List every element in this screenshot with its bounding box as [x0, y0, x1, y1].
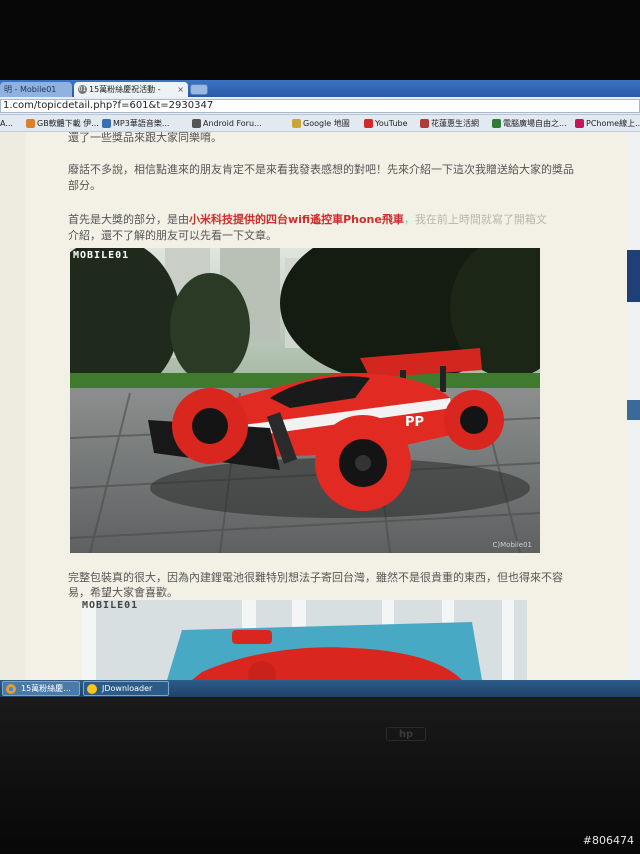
bookmark-label: PChome線上...: [586, 119, 640, 128]
bookmark-item[interactable]: 花蓮惠生活網: [420, 115, 479, 132]
left-gutter: [0, 132, 26, 680]
mobile01-favicon-icon: 01: [78, 85, 87, 94]
product-link[interactable]: 小米科技提供的四台wifi遙控車Phone飛車: [189, 213, 404, 226]
bookmark-item[interactable]: GB軟體下載 伊...: [26, 115, 99, 132]
article-text: 還了一些獎品來跟大家同樂唷。: [68, 132, 222, 144]
bookmark-label: A...: [0, 119, 13, 128]
article-text: 廢話不多說，相信點進來的朋友肯定不是來看我發表感想的對吧！先來介紹一下這次我贈送…: [68, 163, 574, 176]
url-field[interactable]: 1.com/topicdetail.php?f=601&t=2930347: [0, 99, 640, 113]
site-icon: [420, 119, 429, 128]
tab-label: 15萬粉絲慶祝活動 -: [89, 85, 161, 94]
tab-label: 明 - Mobile01: [4, 85, 57, 94]
car-decal-text: PP: [405, 415, 424, 430]
package-image: [82, 600, 527, 680]
sidebar-ad[interactable]: [627, 400, 640, 420]
page-icon: [192, 119, 201, 128]
youtube-icon: [364, 119, 373, 128]
mobile01-logo: MOBILE01: [82, 600, 139, 611]
tab-mobile01[interactable]: 明 - Mobile01: [0, 82, 72, 97]
map-icon: [292, 119, 301, 128]
tab-active[interactable]: 01 15萬粉絲慶祝活動 - ×: [74, 82, 188, 97]
site-icon: [492, 119, 501, 128]
new-tab-button[interactable]: [190, 84, 208, 95]
taskbar: 15萬粉絲慶... JDownloader: [0, 680, 640, 697]
bookmark-label: MP3華語音樂...: [113, 119, 170, 128]
article-text: 介紹，還不了解的朋友可以先看一下文章。: [68, 229, 277, 242]
screen: 明 - Mobile01 01 15萬粉絲慶祝活動 - × 1.com/topic…: [0, 80, 640, 697]
taskbar-item-jdownloader[interactable]: JDownloader: [83, 681, 169, 696]
bookmark-item[interactable]: YouTube: [364, 115, 408, 132]
bookmark-label: YouTube: [375, 119, 408, 128]
taskbar-label: 15萬粉絲慶...: [21, 684, 71, 693]
rc-car-image: PP: [70, 248, 540, 553]
bookmark-label: Android Foru...: [203, 119, 262, 128]
folder-icon: [26, 119, 35, 128]
monitor-brand-logo: hp: [386, 727, 426, 741]
taskbar-label: JDownloader: [102, 684, 153, 693]
rc-car-photo[interactable]: PP MOBILE01 C)Mobile01: [70, 248, 540, 553]
address-bar: 1.com/topicdetail.php?f=601&t=2930347: [0, 97, 640, 115]
article-text: 首先是大獎的部分，是由小米科技提供的四台wifi遙控車Phone飛車，我在前上時…: [68, 212, 547, 228]
photo-credit: C)Mobile01: [492, 541, 533, 549]
chrome-icon: [6, 684, 16, 694]
article-text: 部分。: [68, 179, 101, 192]
article-text: 完整包裝真的很大，因為內建鋰電池很難特別想法子寄回台灣，雖然不是很貴重的東西，但…: [68, 571, 563, 584]
article-text-plain: ，我在前上時間就寫了開箱文: [403, 213, 547, 226]
monitor-bezel: [0, 697, 640, 854]
bookmark-item[interactable]: MP3華語音樂...: [102, 115, 169, 132]
bookmarks-bar: A... GB軟體下載 伊... MP3華語音樂... Android Foru…: [0, 115, 640, 132]
bookmark-item[interactable]: PChome線上...: [575, 115, 640, 132]
taskbar-item-browser[interactable]: 15萬粉絲慶...: [2, 681, 80, 696]
bookmark-label: Google 地圖: [303, 119, 350, 128]
pchome-icon: [575, 119, 584, 128]
page-content: 還了一些獎品來跟大家同樂唷。 廢話不多說，相信點進來的朋友肯定不是來看我發表感想…: [0, 132, 640, 680]
sidebar-ad[interactable]: [627, 250, 640, 302]
music-icon: [102, 119, 111, 128]
monitor-frame-top: [0, 0, 640, 82]
package-photo[interactable]: MOBILE01: [82, 600, 527, 680]
bookmark-item[interactable]: A...: [0, 115, 13, 132]
bookmark-label: 電腦廣場自由之...: [503, 119, 567, 128]
bookmark-label: 花蓮惠生活網: [431, 119, 479, 128]
article-text: 易，希望大家會喜歡。: [68, 586, 178, 599]
bookmark-item[interactable]: Android Foru...: [192, 115, 262, 132]
close-tab-icon[interactable]: ×: [177, 82, 184, 97]
mobile01-logo: MOBILE01: [73, 250, 130, 261]
jdownloader-icon: [87, 684, 97, 694]
bookmark-item[interactable]: 電腦廣場自由之...: [492, 115, 567, 132]
tab-strip: 明 - Mobile01 01 15萬粉絲慶祝活動 - ×: [0, 80, 640, 97]
bookmark-label: GB軟體下載 伊...: [37, 119, 99, 128]
bookmark-item[interactable]: Google 地圖: [292, 115, 350, 132]
article-text-plain: 首先是大獎的部分，是由: [68, 213, 189, 226]
url-text: 1.com/topicdetail.php?f=601&t=2930347: [3, 100, 214, 111]
watermark: #806474: [582, 834, 634, 847]
